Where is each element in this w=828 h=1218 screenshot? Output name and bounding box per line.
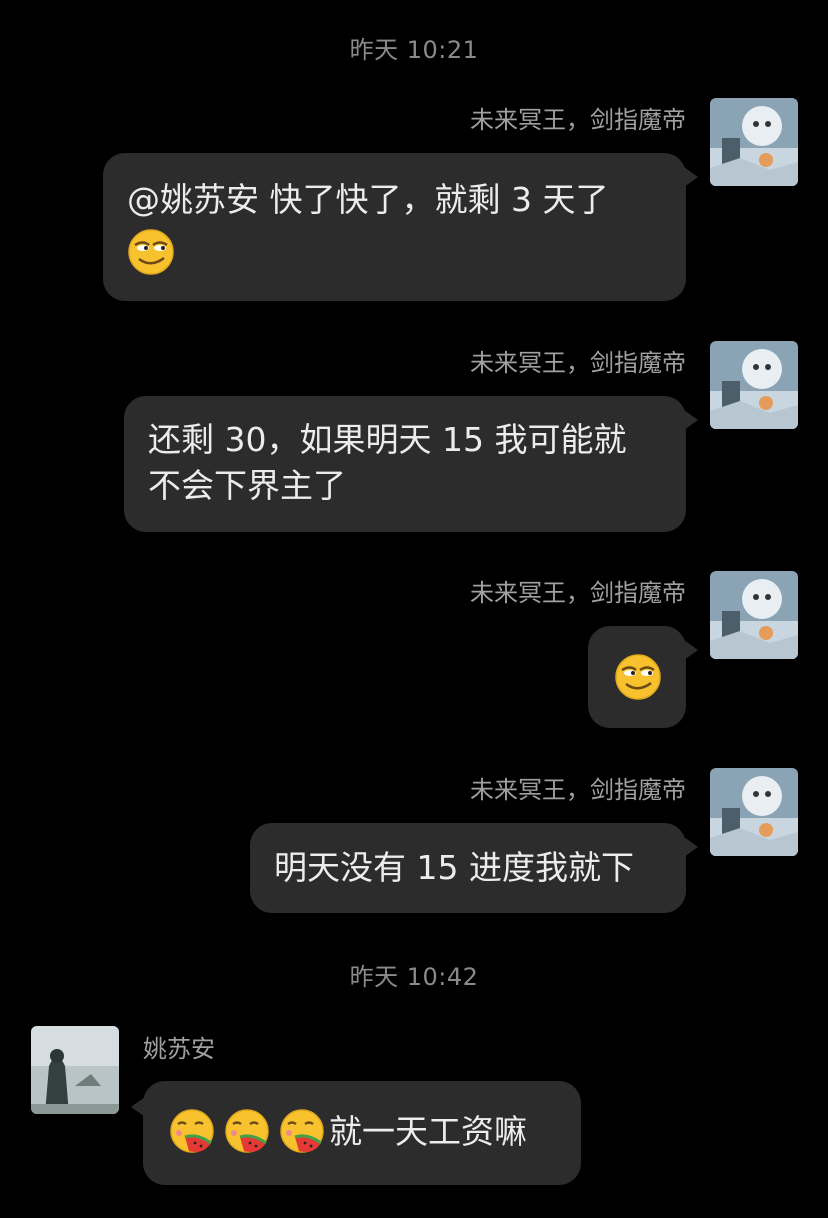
avatar-image: [710, 98, 798, 186]
smirk-emoji-icon: [615, 653, 661, 700]
message-text: 就一天工资嘛: [329, 1112, 527, 1151]
avatar[interactable]: [31, 1026, 119, 1114]
avatar-image: [710, 571, 798, 659]
message-bubble[interactable]: @姚苏安 快了快了，就剩 3 天了: [103, 153, 698, 301]
avatar-image: [710, 341, 798, 429]
avatar[interactable]: [710, 341, 798, 429]
message-bubble[interactable]: 就一天工资嘛: [131, 1081, 581, 1185]
watermelon-emoji-icon: [225, 1109, 269, 1153]
message-bubble[interactable]: 还剩 30，如果明天 15 我可能就 不会下界主了: [124, 396, 698, 532]
sender-name: 未来冥王，剑指魔帝: [470, 579, 686, 607]
watermelon-emoji-icon: [280, 1109, 324, 1153]
message-text: 还剩 30，如果明天 15 我可能就 不会下界主了: [148, 420, 627, 505]
message-bubble[interactable]: 明天没有 15 进度我就下: [250, 823, 698, 913]
avatar[interactable]: [710, 768, 798, 856]
avatar-image: [31, 1026, 119, 1114]
avatar[interactable]: [710, 98, 798, 186]
watermelon-emoji-icon: [170, 1109, 214, 1153]
smirk-emoji-icon: [128, 228, 174, 275]
message-bubble[interactable]: [588, 626, 698, 728]
avatar-image: [710, 768, 798, 856]
timestamp: 昨天 10:21: [349, 36, 479, 64]
timestamp: 昨天 10:42: [349, 963, 479, 991]
message-text: 明天没有 15 进度我就下: [274, 848, 634, 887]
avatar[interactable]: [710, 571, 798, 659]
sender-name: 未来冥王，剑指魔帝: [470, 106, 686, 134]
message-text: @姚苏安 快了快了，就剩 3 天了: [127, 180, 609, 219]
sender-name: 姚苏安: [143, 1035, 215, 1063]
sender-name: 未来冥王，剑指魔帝: [470, 349, 686, 377]
sender-name: 未来冥王，剑指魔帝: [470, 776, 686, 804]
